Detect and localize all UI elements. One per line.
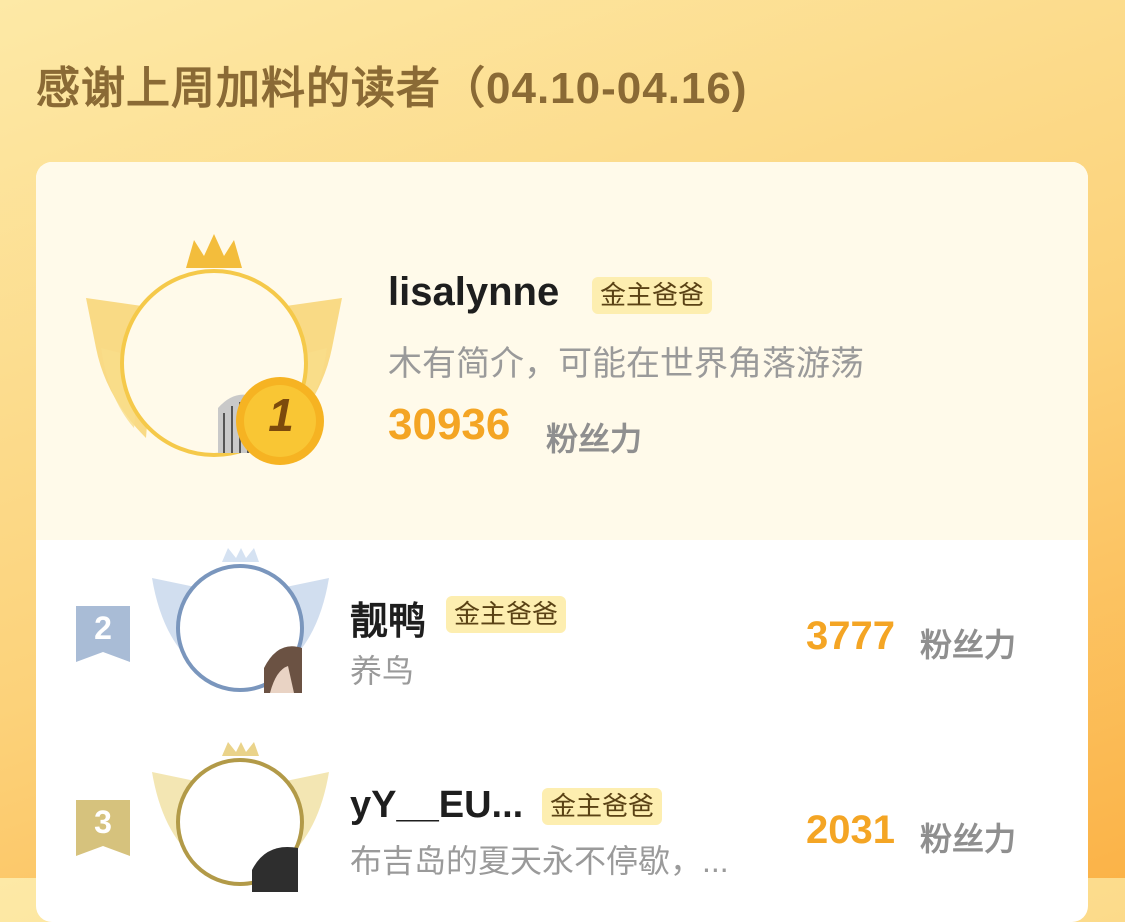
reader-3-name[interactable]: yY__EU... bbox=[350, 784, 523, 827]
reader-2-name[interactable]: 靓鸭 bbox=[350, 590, 426, 645]
leaderboard-card: 1 lisalynne 金主爸爸 木有简介，可能在世界角落游荡 30936 粉丝… bbox=[36, 162, 1088, 922]
silver-avatar-frame[interactable] bbox=[148, 548, 333, 698]
top-reader-score: 30936 bbox=[388, 400, 511, 449]
top-reader-score-unit: 粉丝力 bbox=[546, 421, 643, 457]
rank-1-medal-number: 1 bbox=[268, 389, 294, 441]
reader-2-score: 3777 bbox=[806, 614, 895, 658]
top-reader-badge: 金主爸爸 bbox=[592, 277, 713, 314]
page-title: 感谢上周加料的读者（04.10-04.16) bbox=[36, 64, 748, 113]
reader-3-bio: 布吉岛的夏天永不停歇，... bbox=[350, 843, 729, 879]
reader-2-bio: 养鸟 bbox=[350, 653, 415, 689]
bronze-avatar-frame[interactable] bbox=[148, 742, 333, 892]
reader-2-score-unit: 粉丝力 bbox=[920, 627, 1017, 663]
top-reader-bio: 木有简介，可能在世界角落游荡 bbox=[388, 345, 864, 383]
reader-3-score-unit: 粉丝力 bbox=[920, 821, 1017, 857]
gold-avatar-frame[interactable] bbox=[86, 228, 342, 468]
reader-3-badge: 金主爸爸 bbox=[542, 788, 663, 825]
top-reader-name[interactable]: lisalynne bbox=[388, 270, 559, 315]
reader-2-badge: 金主爸爸 bbox=[446, 596, 567, 633]
rank-2-number: 2 bbox=[94, 610, 112, 646]
rank-3-number: 3 bbox=[94, 804, 112, 840]
reader-3-score: 2031 bbox=[806, 808, 895, 852]
